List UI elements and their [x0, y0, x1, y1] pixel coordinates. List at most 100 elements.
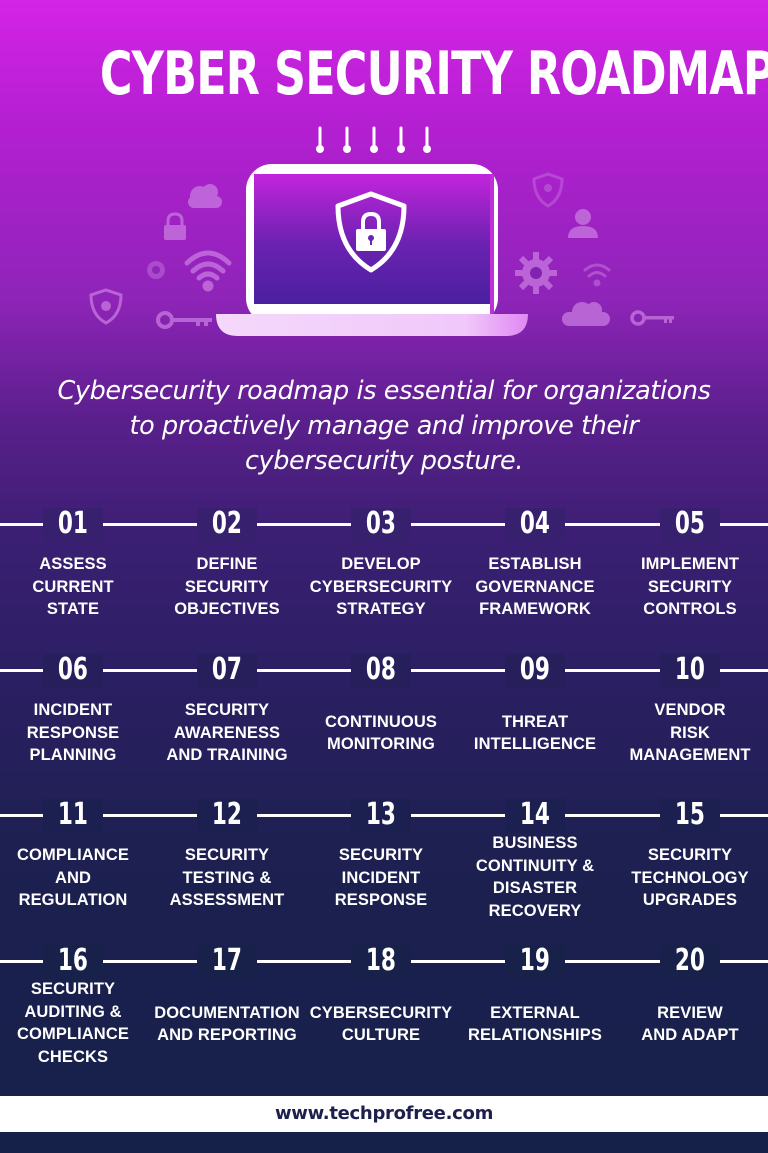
key-icon [630, 310, 674, 326]
step-label-line: UPGRADES [642, 891, 738, 910]
roadmap-step: 03 DEVELOP CYBERSECURITY STRATEGY [304, 504, 458, 633]
footer-url: www.techprofree.com [0, 1096, 768, 1132]
step-label-line: DEFINE [196, 555, 258, 574]
lock-icon [164, 212, 186, 240]
key-icon [156, 311, 212, 329]
cloud-icon [188, 184, 222, 208]
step-label-line: MONITORING [327, 735, 435, 753]
roadmap-step: 05 IMPLEMENT SECURITY CONTROLS [613, 504, 767, 633]
step-label-line: SECURITY [338, 846, 424, 865]
step-label: VENDOR RISK MANAGEMENT [613, 687, 767, 779]
roadmap-step: 16 SECURITY AUDITING & COMPLIANCE CHECKS [0, 941, 150, 1070]
step-label-line: RECOVERY [488, 901, 582, 920]
roadmap-step: 18 CYBERSECURITY CULTURE [304, 941, 458, 1070]
step-number: 20 [674, 943, 706, 978]
step-label-line: TESTING & [182, 868, 272, 887]
step-label: CYBERSECURITY CULTURE [304, 978, 458, 1070]
step-number: 19 [519, 943, 551, 978]
step-label-line: MANAGEMENT [629, 746, 751, 765]
step-number: 09 [519, 652, 551, 687]
roadmap-step: 13 SECURITY INCIDENT RESPONSE [304, 795, 458, 924]
roadmap-step: 08 CONTINUOUS MONITORING [304, 650, 458, 779]
step-label-line: DEVELOP [341, 555, 421, 574]
step-label-line: AND [54, 868, 92, 887]
step-label-line: OBJECTIVES [174, 600, 280, 619]
step-number: 16 [57, 943, 89, 978]
step-number: 05 [674, 506, 706, 541]
step-label-line: SECURITY [647, 846, 733, 865]
step-label-line: AWARENESS [173, 723, 281, 742]
step-label-line: AND TRAINING [166, 746, 288, 765]
step-label-line: CONTINUOUS [325, 712, 437, 731]
roadmap-step: 11 COMPLIANCE AND REGULATION [0, 795, 150, 924]
step-number: 02 [211, 506, 243, 541]
step-label: COMPLIANCE AND REGULATION [0, 832, 150, 924]
roadmap-row: 06 INCIDENT RESPONSE PLANNING 07 SECURITY AWAR… [0, 650, 768, 790]
step-label-line: INCIDENT [33, 701, 113, 720]
step-number: 11 [57, 797, 89, 832]
step-label-line: SECURITY [647, 577, 733, 596]
wifi-icon [184, 250, 232, 292]
step-label-line: RESPONSE [334, 891, 428, 910]
step-label-line: CYBERSECURITY [309, 1003, 453, 1022]
step-number: 10 [674, 652, 706, 687]
step-label-line: SECURITY [30, 980, 116, 998]
step-number: 03 [365, 506, 397, 541]
step-label: DEFINE SECURITY OBJECTIVES [150, 541, 304, 633]
step-label: REVIEW AND ADAPT [613, 978, 767, 1070]
step-label-line: AND REPORTING [157, 1026, 297, 1044]
roadmap-step: 12 SECURITY TESTING & ASSESSMENT [150, 795, 304, 924]
step-label-line: ASSESSMENT [169, 891, 285, 910]
step-label: SECURITY TECHNOLOGY UPGRADES [613, 832, 767, 924]
roadmap-step: 07 SECURITY AWARENESS AND TRAINING [150, 650, 304, 779]
shield-gear-icon [89, 288, 123, 325]
step-label-line: SECURITY [184, 577, 270, 596]
step-number: 07 [211, 652, 243, 687]
step-label-line: CONTINUITY & [475, 856, 595, 875]
step-label: DOCUMENTATION AND REPORTING [150, 978, 304, 1070]
gear-icon [147, 261, 165, 279]
gear-icon [515, 252, 557, 294]
step-label-line: BUSINESS [492, 834, 578, 852]
signal-lines-icon [316, 126, 431, 153]
roadmap-step: 10 VENDOR RISK MANAGEMENT [613, 650, 767, 779]
step-number: 14 [519, 797, 551, 832]
intro-line: cybersecurity posture. [244, 446, 524, 476]
step-label-line: SECURITY [184, 846, 270, 865]
intro-text: Cybersecurity roadmap is essential for o… [20, 374, 748, 479]
step-label-line: CULTURE [341, 1026, 421, 1044]
step-label: CONTINUOUS MONITORING [304, 687, 458, 779]
step-label-line: AUDITING & [24, 1002, 122, 1021]
step-label-line: FRAMEWORK [479, 600, 591, 619]
step-number: 17 [211, 943, 243, 978]
page-title: CYBER SECURITY ROADMAP [99, 39, 768, 109]
step-label-line: CYBERSECURITY [309, 577, 453, 596]
step-label-line: IMPLEMENT [640, 555, 740, 574]
roadmap-row: 16 SECURITY AUDITING & COMPLIANCE CHECKS 17 DO… [0, 941, 768, 1081]
roadmap-step: 02 DEFINE SECURITY OBJECTIVES [150, 504, 304, 633]
step-label-line: DISASTER [492, 879, 578, 897]
intro-line: Cybersecurity roadmap is essential for o… [57, 376, 711, 406]
step-label-line: CHECKS [37, 1047, 109, 1066]
hero-illustration [0, 118, 768, 348]
step-label-line: INTELLIGENCE [473, 735, 597, 753]
roadmap-step: 20 REVIEW AND ADAPT [613, 941, 767, 1070]
step-label: BUSINESS CONTINUITY & DISASTER RECOVERY [458, 832, 612, 924]
step-label: SECURITY AWARENESS AND TRAINING [150, 687, 304, 779]
step-label-line: SECURITY [184, 701, 270, 720]
step-label: THREAT INTELLIGENCE [458, 687, 612, 779]
step-label: DEVELOP CYBERSECURITY STRATEGY [304, 541, 458, 633]
step-label-line: ASSESS [39, 555, 107, 574]
step-label: IMPLEMENT SECURITY CONTROLS [613, 541, 767, 633]
step-label: SECURITY INCIDENT RESPONSE [304, 832, 458, 924]
step-label: ASSESS CURRENT STATE [0, 541, 150, 633]
intro-line: to proactively manage and improve their [129, 411, 639, 441]
step-label-line: RELATIONSHIPS [468, 1026, 602, 1044]
step-label-line: COMPLIANCE [17, 1025, 129, 1043]
step-label-line: EXTERNAL [490, 1003, 580, 1022]
step-number: 04 [519, 506, 551, 541]
step-label-line: VENDOR [654, 701, 726, 720]
step-label-line: CURRENT [32, 577, 114, 596]
roadmap-step: 17 DOCUMENTATION AND REPORTING [150, 941, 304, 1070]
step-label: SECURITY AUDITING & COMPLIANCE CHECKS [0, 978, 150, 1070]
